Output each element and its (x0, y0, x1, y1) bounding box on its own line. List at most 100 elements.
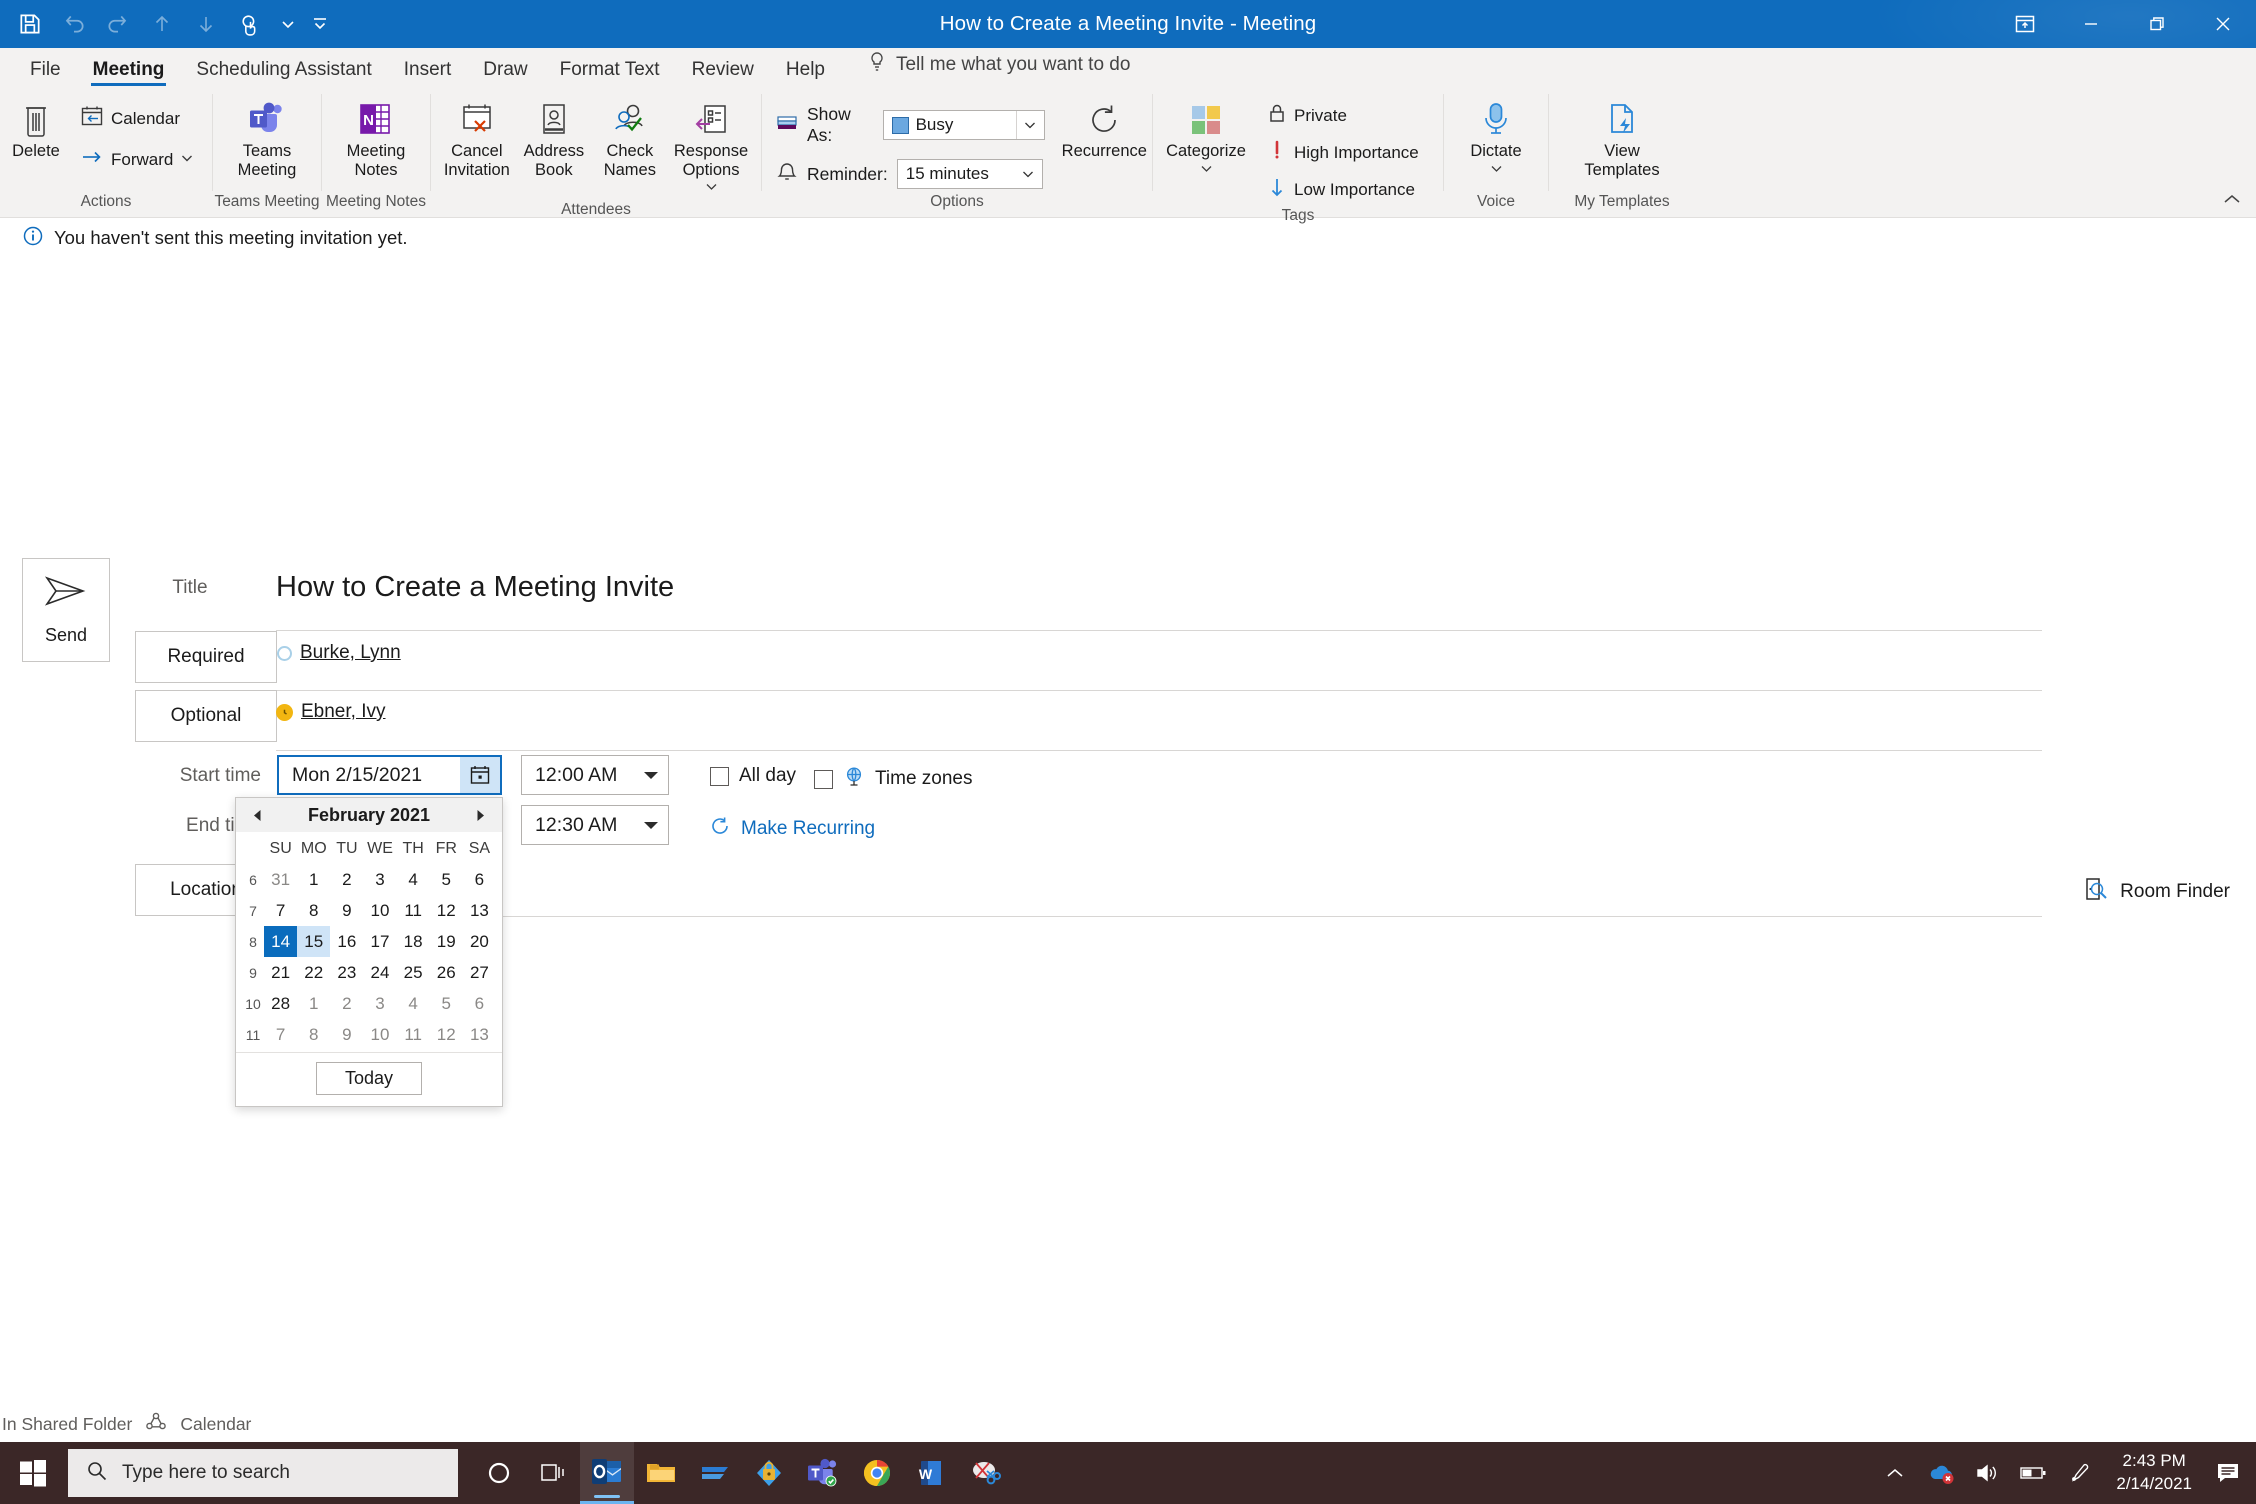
day-cell[interactable]: 28 (264, 988, 297, 1019)
day-cell[interactable]: 31 (264, 864, 297, 895)
start-time-value[interactable]: 12:00 AM (522, 764, 634, 787)
response-options-button[interactable]: Response Options (668, 94, 754, 201)
snip-sketch-icon[interactable] (958, 1442, 1012, 1504)
undo-icon[interactable] (52, 4, 96, 44)
day-cell[interactable]: 8 (297, 895, 330, 926)
day-cell[interactable]: 13 (463, 1019, 496, 1050)
all-day-checkbox-row[interactable]: All day (710, 765, 796, 787)
all-day-checkbox[interactable] (710, 767, 729, 786)
touch-mode-icon[interactable] (228, 4, 272, 44)
tab-draw[interactable]: Draw (467, 60, 543, 86)
chrome-icon[interactable] (850, 1442, 904, 1504)
save-icon[interactable] (8, 4, 52, 44)
day-cell[interactable]: 3 (363, 988, 396, 1019)
day-cell[interactable]: 12 (430, 1019, 463, 1050)
day-cell[interactable]: 2 (330, 988, 363, 1019)
day-cell[interactable]: 1 (297, 864, 330, 895)
tab-review[interactable]: Review (676, 60, 770, 86)
day-cell[interactable]: 21 (264, 957, 297, 988)
day-cell-selected[interactable]: 15 (297, 926, 330, 957)
day-cell[interactable]: 4 (397, 864, 430, 895)
day-cell[interactable]: 25 (397, 957, 430, 988)
day-cell[interactable]: 22 (297, 957, 330, 988)
day-cell[interactable]: 10 (363, 1019, 396, 1050)
tab-format-text[interactable]: Format Text (544, 60, 676, 86)
volume-icon[interactable] (1964, 1442, 2010, 1504)
date-picker-month-title[interactable]: February 2021 (308, 805, 430, 826)
teams-meeting-button[interactable]: Teams Meeting (229, 94, 305, 184)
recurrence-button[interactable]: Recurrence (1057, 94, 1152, 165)
make-recurring-link[interactable]: Make Recurring (709, 815, 875, 843)
word-icon[interactable]: W (904, 1442, 958, 1504)
chevron-down-icon[interactable] (634, 820, 668, 830)
ribbon-display-options-icon[interactable] (1992, 0, 2058, 48)
battery-icon[interactable] (2010, 1442, 2056, 1504)
day-cell[interactable]: 7 (264, 1019, 297, 1050)
day-cell[interactable]: 18 (397, 926, 430, 957)
chevron-down-icon[interactable] (272, 4, 304, 44)
day-cell[interactable]: 5 (430, 988, 463, 1019)
check-names-button[interactable]: Check Names (592, 94, 668, 184)
redo-icon[interactable] (96, 4, 140, 44)
meeting-notes-button[interactable]: N Meeting Notes (338, 94, 414, 184)
tell-me-search[interactable]: Tell me what you want to do (841, 51, 1142, 86)
show-hidden-icons-icon[interactable] (1872, 1442, 1918, 1504)
teams-icon[interactable] (796, 1442, 850, 1504)
end-time-dropdown[interactable]: 12:30 AM (521, 805, 669, 845)
day-cell[interactable]: 26 (430, 957, 463, 988)
up-arrow-icon[interactable] (140, 4, 184, 44)
high-importance-button[interactable]: High Importance (1259, 135, 1427, 170)
optional-recipient-name[interactable]: Ebner, Ivy (301, 701, 386, 723)
room-finder-button[interactable]: Room Finder (2082, 876, 2230, 908)
day-cell[interactable]: 3 (363, 864, 396, 895)
day-cell[interactable]: 7 (264, 895, 297, 926)
action-center-icon[interactable] (2206, 1442, 2252, 1504)
send-button[interactable]: Send (22, 558, 110, 662)
pen-icon[interactable] (2056, 1442, 2102, 1504)
customize-qat-icon[interactable] (304, 4, 336, 44)
tab-insert[interactable]: Insert (388, 60, 468, 86)
day-cell[interactable]: 6 (463, 864, 496, 895)
prev-month-icon[interactable] (246, 803, 268, 827)
required-recipient[interactable]: Burke, Lynn (277, 642, 401, 664)
tab-meeting[interactable]: Meeting (77, 60, 181, 86)
calendar-button[interactable]: Calendar (72, 100, 202, 137)
optional-recipient[interactable]: Ebner, Ivy (276, 701, 386, 723)
low-importance-button[interactable]: Low Importance (1259, 172, 1427, 207)
end-time-value[interactable]: 12:30 AM (522, 814, 634, 837)
down-arrow-icon[interactable] (184, 4, 228, 44)
day-cell[interactable]: 24 (363, 957, 396, 988)
day-cell[interactable]: 19 (430, 926, 463, 957)
view-templates-button[interactable]: View Templates (1567, 94, 1677, 184)
today-button[interactable]: Today (316, 1062, 422, 1095)
close-icon[interactable] (2190, 0, 2256, 48)
chevron-down-icon[interactable] (634, 770, 668, 780)
day-cell[interactable]: 17 (363, 926, 396, 957)
title-value[interactable]: How to Create a Meeting Invite (276, 571, 674, 604)
taskbar-clock[interactable]: 2:43 PM 2/14/2021 (2102, 1442, 2206, 1504)
day-cell[interactable]: 23 (330, 957, 363, 988)
delete-button[interactable]: Delete (0, 94, 72, 165)
dictate-button[interactable]: Dictate (1458, 94, 1534, 183)
chevron-down-icon[interactable] (1490, 160, 1503, 179)
day-cell[interactable]: 11 (397, 1019, 430, 1050)
day-cell-today[interactable]: 14 (264, 926, 297, 957)
day-cell[interactable]: 11 (397, 895, 430, 926)
optional-button[interactable]: Optional (135, 690, 277, 742)
tab-file[interactable]: File (14, 60, 77, 86)
chevron-down-icon[interactable] (705, 178, 718, 197)
day-cell[interactable]: 4 (397, 988, 430, 1019)
time-zones-checkbox[interactable] (814, 770, 833, 789)
day-cell[interactable]: 10 (363, 895, 396, 926)
required-button[interactable]: Required (135, 631, 277, 683)
tab-help[interactable]: Help (770, 60, 841, 86)
file-explorer-icon[interactable] (634, 1442, 688, 1504)
tab-scheduling-assistant[interactable]: Scheduling Assistant (180, 60, 387, 86)
day-cell[interactable]: 12 (430, 895, 463, 926)
private-button[interactable]: Private (1259, 98, 1427, 133)
forward-button[interactable]: Forward (72, 143, 202, 176)
start-date-value[interactable]: Mon 2/15/2021 (279, 764, 460, 787)
sticky-notes-icon[interactable] (688, 1442, 742, 1504)
chevron-down-icon[interactable] (1200, 160, 1213, 179)
start-time-dropdown[interactable]: 12:00 AM (521, 755, 669, 795)
